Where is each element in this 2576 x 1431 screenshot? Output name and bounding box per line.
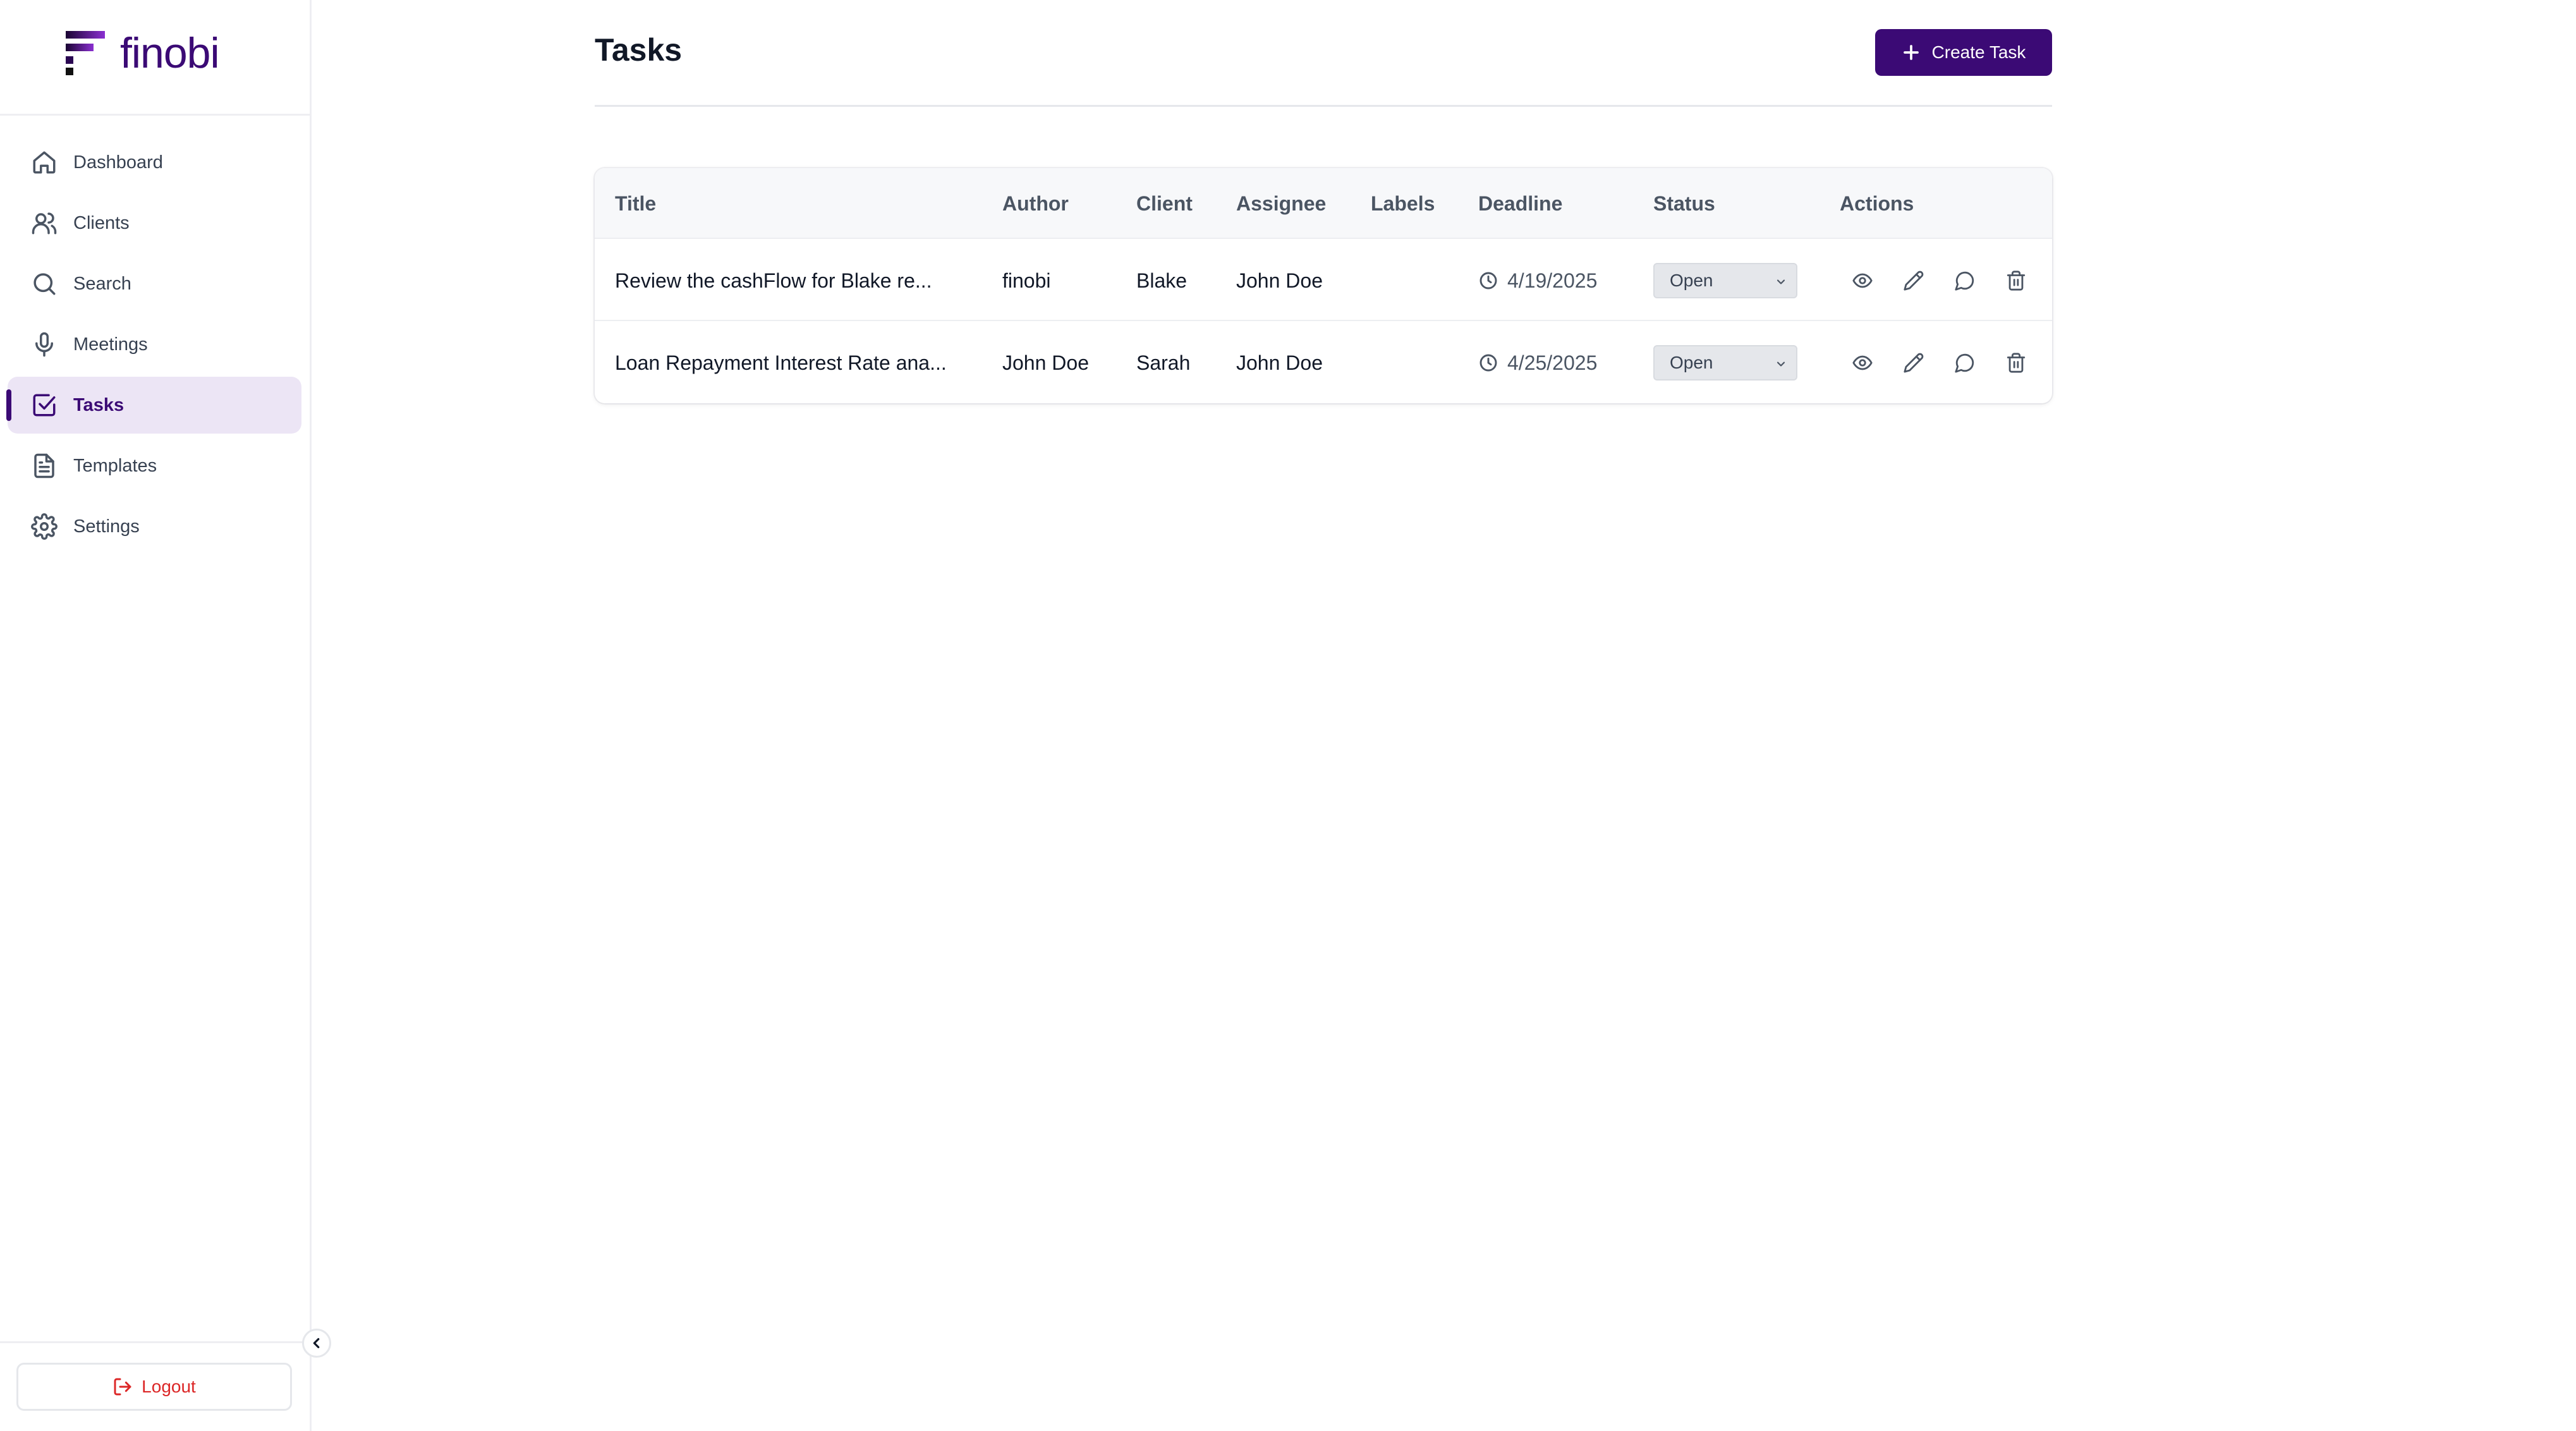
chevron-down-icon <box>1777 362 1785 367</box>
home-icon <box>30 149 58 176</box>
view-button[interactable] <box>1850 350 1875 375</box>
logout-icon <box>114 1378 131 1396</box>
sidebar-item-settings[interactable]: Settings <box>8 498 301 555</box>
status-value: Open <box>1670 271 1713 290</box>
eye-icon <box>1852 273 1873 288</box>
chevron-down-icon <box>1777 279 1785 284</box>
sidebar-item-label: Templates <box>73 455 157 476</box>
sidebar-item-search[interactable]: Search <box>8 255 301 312</box>
column-header-labels[interactable]: Labels <box>1371 168 1435 239</box>
search-icon <box>30 270 58 298</box>
sidebar-item-label: Meetings <box>73 334 148 355</box>
delete-button[interactable] <box>2003 350 2029 375</box>
sidebar-bottom-divider <box>0 1341 310 1343</box>
task-author: finobi <box>1002 269 1051 292</box>
brand-name: finobi <box>120 29 220 77</box>
finobi-logo-icon <box>66 31 105 75</box>
clock-icon <box>1479 354 1497 372</box>
sidebar-item-label: Clients <box>73 212 130 233</box>
comment-button[interactable] <box>1952 350 1978 375</box>
create-task-label: Create Task <box>1931 42 2026 62</box>
pencil-icon <box>1904 271 1924 291</box>
status-select[interactable]: Open <box>1653 263 1797 298</box>
sidebar-item-meetings[interactable]: Meetings <box>8 316 301 373</box>
task-author: John Doe <box>1002 351 1089 374</box>
task-deadline: 4/19/2025 <box>1478 240 1597 321</box>
task-assignee: John Doe <box>1236 351 1323 374</box>
trash-icon <box>2007 353 2026 373</box>
table-header: Title Author Client Assignee Labels Dead… <box>595 168 2052 239</box>
column-header-title[interactable]: Title <box>615 168 656 239</box>
logout-button[interactable]: Logout <box>16 1363 292 1411</box>
deadline-date: 4/19/2025 <box>1507 269 1598 292</box>
chevron-left-icon <box>313 1337 320 1349</box>
deadline-date: 4/25/2025 <box>1507 351 1598 374</box>
sidebar-item-templates[interactable]: Templates <box>8 437 301 494</box>
column-header-deadline[interactable]: Deadline <box>1478 168 1562 239</box>
sidebar-item-label: Search <box>73 273 131 294</box>
trash-icon <box>2007 271 2026 291</box>
column-header-actions: Actions <box>1840 192 1914 215</box>
sidebar-item-tasks[interactable]: Tasks <box>6 377 301 434</box>
task-deadline: 4/25/2025 <box>1478 322 1597 403</box>
edit-button[interactable] <box>1901 350 1926 375</box>
sidebar-nav: Dashboard Clients Search Meetings Tasks <box>6 134 301 559</box>
sidebar: finobi Dashboard Clients Search Meetings… <box>0 0 312 1431</box>
task-client: Blake <box>1136 269 1188 292</box>
table-row[interactable]: Review the cashFlow for Blake re... fino… <box>595 240 2052 321</box>
sidebar-item-dashboard[interactable]: Dashboard <box>8 134 301 191</box>
sidebar-divider <box>0 114 310 116</box>
check-square-icon <box>30 391 58 419</box>
sidebar-item-clients[interactable]: Clients <box>8 195 301 252</box>
collapse-sidebar-button[interactable] <box>302 1329 331 1358</box>
logout-label: Logout <box>142 1377 196 1396</box>
task-title[interactable]: Review the cashFlow for Blake re... <box>615 240 932 321</box>
logo[interactable]: finobi <box>64 28 220 78</box>
users-icon <box>30 209 58 237</box>
clock-icon <box>1479 272 1497 289</box>
view-button[interactable] <box>1850 268 1875 293</box>
page-title: Tasks <box>595 32 683 68</box>
sidebar-item-label: Dashboard <box>73 152 163 173</box>
status-select[interactable]: Open <box>1653 345 1797 381</box>
pencil-icon <box>1904 353 1924 373</box>
column-header-assignee[interactable]: Assignee <box>1236 168 1326 239</box>
header-divider <box>595 105 2052 107</box>
task-title[interactable]: Loan Repayment Interest Rate ana... <box>615 322 947 403</box>
create-task-button[interactable]: Create Task <box>1875 29 2052 76</box>
comment-icon <box>1955 271 1974 291</box>
column-header-client[interactable]: Client <box>1136 168 1193 239</box>
eye-icon <box>1852 355 1873 370</box>
gear-icon <box>30 513 58 540</box>
comment-button[interactable] <box>1952 268 1978 293</box>
task-client: Sarah <box>1136 351 1191 374</box>
comment-icon <box>1955 353 1974 373</box>
column-header-author[interactable]: Author <box>1002 168 1069 239</box>
status-value: Open <box>1670 353 1713 372</box>
plus-icon <box>1903 45 1919 60</box>
tasks-table: Title Author Client Assignee Labels Dead… <box>595 168 2052 403</box>
edit-button[interactable] <box>1901 268 1926 293</box>
task-assignee: John Doe <box>1236 269 1323 292</box>
column-header-status[interactable]: Status <box>1653 168 1715 239</box>
table-row[interactable]: Loan Repayment Interest Rate ana... John… <box>595 322 2052 403</box>
document-icon <box>30 452 58 480</box>
delete-button[interactable] <box>2003 268 2029 293</box>
sidebar-item-label: Settings <box>73 516 140 537</box>
microphone-icon <box>30 331 58 358</box>
sidebar-item-label: Tasks <box>73 394 125 415</box>
